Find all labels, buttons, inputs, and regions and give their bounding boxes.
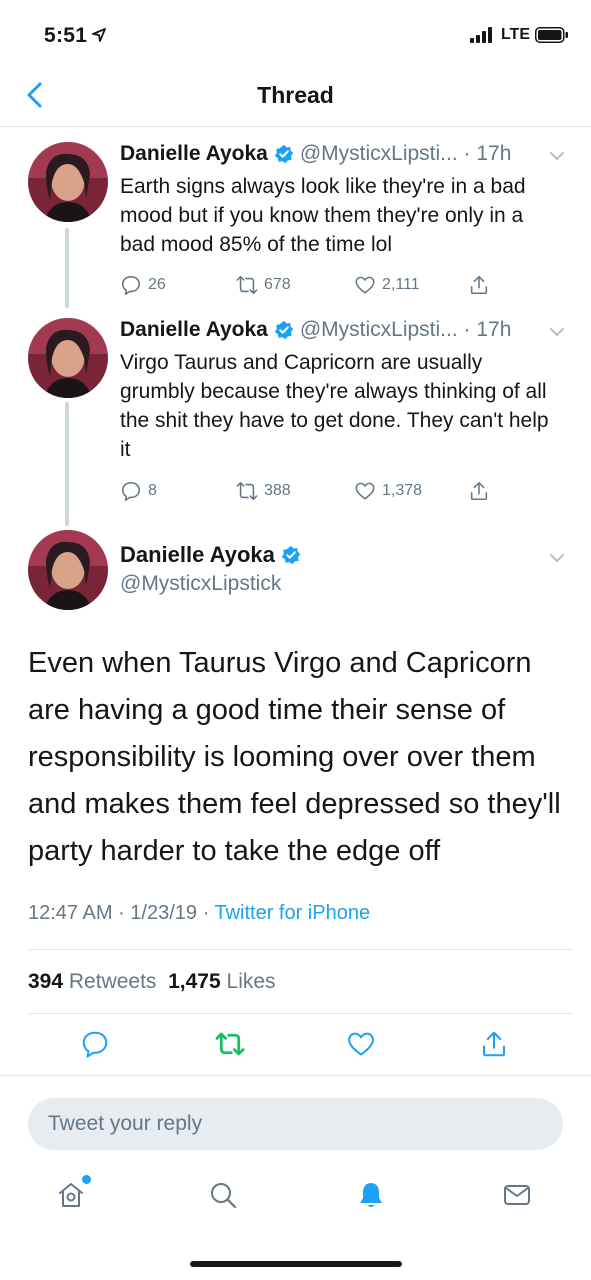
engagement-stats: 394 Retweets 1,475 Likes <box>28 970 276 994</box>
author-name[interactable]: Danielle Ayoka <box>120 542 275 568</box>
tweet-text: Even when Taurus Virgo and Capricorn are… <box>28 647 561 867</box>
tweet-timestamp: 12:47 AM <box>28 902 113 924</box>
like-icon <box>348 1032 374 1056</box>
tweet-menu-button[interactable] <box>549 550 565 566</box>
retweets-label: Retweets <box>68 970 157 993</box>
author-handle[interactable]: @MysticxLipstick <box>120 572 281 596</box>
like-button[interactable]: 2,111 <box>354 274 420 296</box>
battery-icon <box>535 27 568 43</box>
retweets-stat[interactable]: 394 Retweets <box>28 970 156 993</box>
author-handle[interactable]: @MysticxLipsti... <box>300 318 458 342</box>
reply-icon <box>121 481 141 501</box>
avatar[interactable] <box>28 530 108 610</box>
network-label: LTE <box>500 26 530 43</box>
stats-divider-bottom <box>28 1013 573 1014</box>
retweet-count: 388 <box>264 482 291 499</box>
share-icon <box>483 1031 505 1057</box>
verified-badge-icon <box>274 320 294 340</box>
like-count: 2,111 <box>382 276 420 293</box>
action-divider <box>0 1075 591 1076</box>
author-name[interactable]: Danielle Ayoka <box>120 318 268 342</box>
retweet-button[interactable] <box>215 1029 245 1059</box>
reply-button[interactable] <box>80 1029 110 1059</box>
status-time: 5:51 <box>44 24 88 47</box>
focused-tweet: Danielle Ayoka @MysticxLipstick Even whe… <box>0 516 591 950</box>
verified-badge-icon <box>274 144 294 164</box>
share-button[interactable] <box>468 274 490 296</box>
home-indicator <box>190 1261 402 1267</box>
like-total: 1,475 <box>168 970 221 993</box>
tweet-date: 1/23/19 <box>130 902 198 924</box>
author-handle[interactable]: @MysticxLipsti... <box>300 142 458 166</box>
like-icon <box>355 276 375 294</box>
share-icon <box>470 275 488 295</box>
retweet-button[interactable]: 388 <box>236 480 291 502</box>
like-icon <box>355 482 375 500</box>
avatar[interactable] <box>28 318 108 398</box>
chevron-down-icon <box>550 554 564 562</box>
tweet-source-link[interactable]: Twitter for iPhone <box>214 902 370 924</box>
reply-count: 8 <box>148 482 157 499</box>
thread-tweet[interactable]: Danielle Ayoka @MysticxLipsti... · 17h E… <box>0 128 591 304</box>
likes-label: Likes <box>226 970 276 993</box>
share-button[interactable] <box>468 480 490 502</box>
status-indicators: LTE <box>469 26 569 44</box>
tweet-meta: 12:47 AM · 1/23/19 · Twitter for iPhone <box>28 902 370 925</box>
retweet-icon <box>236 481 258 501</box>
retweet-total: 394 <box>28 970 64 993</box>
reply-button[interactable]: 8 <box>120 480 157 502</box>
like-button[interactable] <box>346 1029 376 1059</box>
share-icon <box>470 481 488 501</box>
verified-badge-icon <box>281 545 301 565</box>
thread-tweet[interactable]: Danielle Ayoka @MysticxLipsti... · 17h V… <box>0 304 591 516</box>
like-button[interactable]: 1,378 <box>354 480 422 502</box>
retweet-count: 678 <box>264 276 291 293</box>
separator-dot: · <box>457 318 477 341</box>
tweet-text: Earth signs always look like they're in … <box>120 175 526 256</box>
separator-dot: · <box>118 902 131 924</box>
author-name-row: Danielle Ayoka <box>120 542 307 568</box>
notifications-bell-icon <box>360 1183 382 1207</box>
tab-notifications[interactable] <box>356 1180 386 1210</box>
reply-button[interactable]: 26 <box>120 274 166 296</box>
tab-messages[interactable] <box>502 1180 532 1210</box>
tweet-header: Danielle Ayoka @MysticxLipsti... · 17h <box>120 142 511 166</box>
tweet-time[interactable]: 17h <box>476 318 511 342</box>
tweet-text: Virgo Taurus and Capricorn are usually g… <box>120 351 549 461</box>
reply-count: 26 <box>148 276 166 293</box>
author-name[interactable]: Danielle Ayoka <box>120 142 268 166</box>
signal-icon <box>469 27 492 43</box>
reply-icon <box>121 275 141 295</box>
page-title: Thread <box>257 82 334 108</box>
chevron-down-icon <box>550 152 564 160</box>
retweet-button[interactable]: 678 <box>236 274 291 296</box>
likes-stat[interactable]: 1,475 Likes <box>168 970 275 993</box>
notification-dot <box>82 1175 91 1184</box>
stats-divider-top <box>28 949 573 950</box>
reply-icon <box>82 1031 108 1058</box>
like-count: 1,378 <box>382 482 423 499</box>
separator-dot: · <box>202 902 215 924</box>
messages-icon <box>504 1185 530 1205</box>
avatar[interactable] <box>28 142 108 222</box>
search-icon <box>211 1183 237 1209</box>
location-arrow-icon <box>92 28 106 42</box>
reply-input[interactable]: Tweet your reply <box>28 1098 563 1150</box>
tab-home[interactable] <box>56 1180 86 1210</box>
nav-divider <box>0 126 591 127</box>
tweet-time[interactable]: 17h <box>476 142 511 166</box>
tweet-menu-button[interactable] <box>549 324 565 340</box>
tweet-header: Danielle Ayoka @MysticxLipsti... · 17h <box>120 318 511 342</box>
home-icon <box>59 1183 83 1207</box>
tweet-menu-button[interactable] <box>549 148 565 164</box>
retweet-icon <box>215 1032 245 1056</box>
tab-search[interactable] <box>208 1180 238 1210</box>
share-button[interactable] <box>479 1029 509 1059</box>
chevron-down-icon <box>550 328 564 336</box>
separator-dot: · <box>457 142 477 165</box>
retweet-icon <box>236 275 258 295</box>
